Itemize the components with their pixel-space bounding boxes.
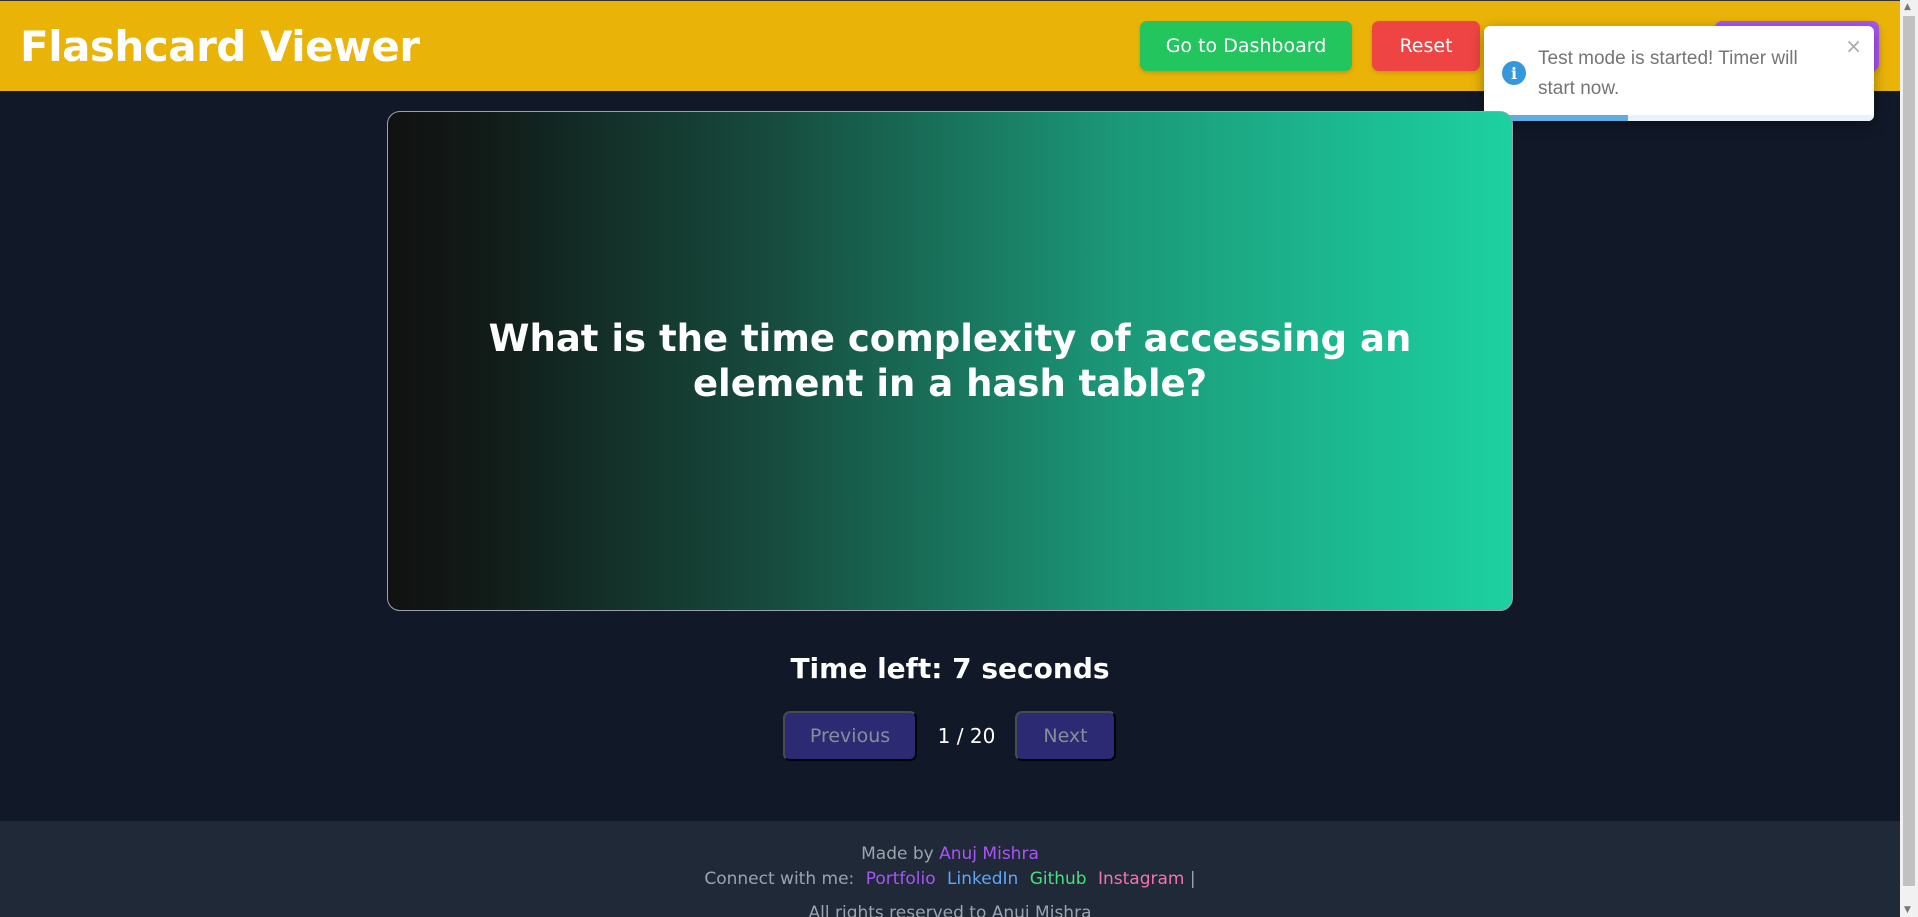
reset-button[interactable]: Reset: [1372, 21, 1480, 71]
toast-notification[interactable]: i Test mode is started! Timer will start…: [1484, 26, 1874, 121]
next-button[interactable]: Next: [1015, 711, 1116, 761]
made-by-prefix: Made by: [861, 844, 934, 864]
flashcard[interactable]: What is the time complexity of accessing…: [387, 111, 1513, 611]
portfolio-link[interactable]: Portfolio: [866, 869, 936, 889]
app-title: Flashcard Viewer: [20, 21, 420, 71]
info-icon: i: [1502, 61, 1526, 85]
github-link[interactable]: Github: [1030, 869, 1087, 889]
connect-prefix: Connect with me:: [704, 869, 855, 889]
instagram-link[interactable]: Instagram: [1098, 869, 1185, 889]
go-to-dashboard-button[interactable]: Go to Dashboard: [1140, 21, 1352, 71]
scroll-down-arrow-icon[interactable]: ▼: [1904, 905, 1911, 915]
linkedin-link[interactable]: LinkedIn: [947, 869, 1018, 889]
scrollbar-thumb[interactable]: [1903, 16, 1915, 886]
footer-separator: |: [1189, 869, 1196, 889]
toast-close-icon[interactable]: ×: [1845, 34, 1862, 58]
previous-button[interactable]: Previous: [783, 711, 917, 761]
footer-rights: All rights reserved to Anuj Mishra: [808, 903, 1092, 917]
page-scrollbar[interactable]: ▲ ▼: [1900, 0, 1918, 917]
scroll-up-arrow-icon[interactable]: ▲: [1904, 2, 1911, 12]
footer-made-by: Made by Anuj Mishra: [0, 844, 1900, 864]
page-footer: Made by Anuj Mishra Connect with me: Por…: [0, 821, 1900, 917]
toast-message: Test mode is started! Timer will start n…: [1538, 48, 1798, 99]
flashcard-question: What is the time complexity of accessing…: [488, 317, 1412, 405]
footer-connect: Connect with me: Portfolio LinkedIn Gith…: [0, 869, 1900, 889]
author-link[interactable]: Anuj Mishra: [939, 844, 1039, 864]
page-indicator: 1 / 20: [937, 724, 996, 748]
timer-text: Time left: 7 seconds: [790, 652, 1110, 685]
toast-progress-track: [1484, 115, 1874, 121]
